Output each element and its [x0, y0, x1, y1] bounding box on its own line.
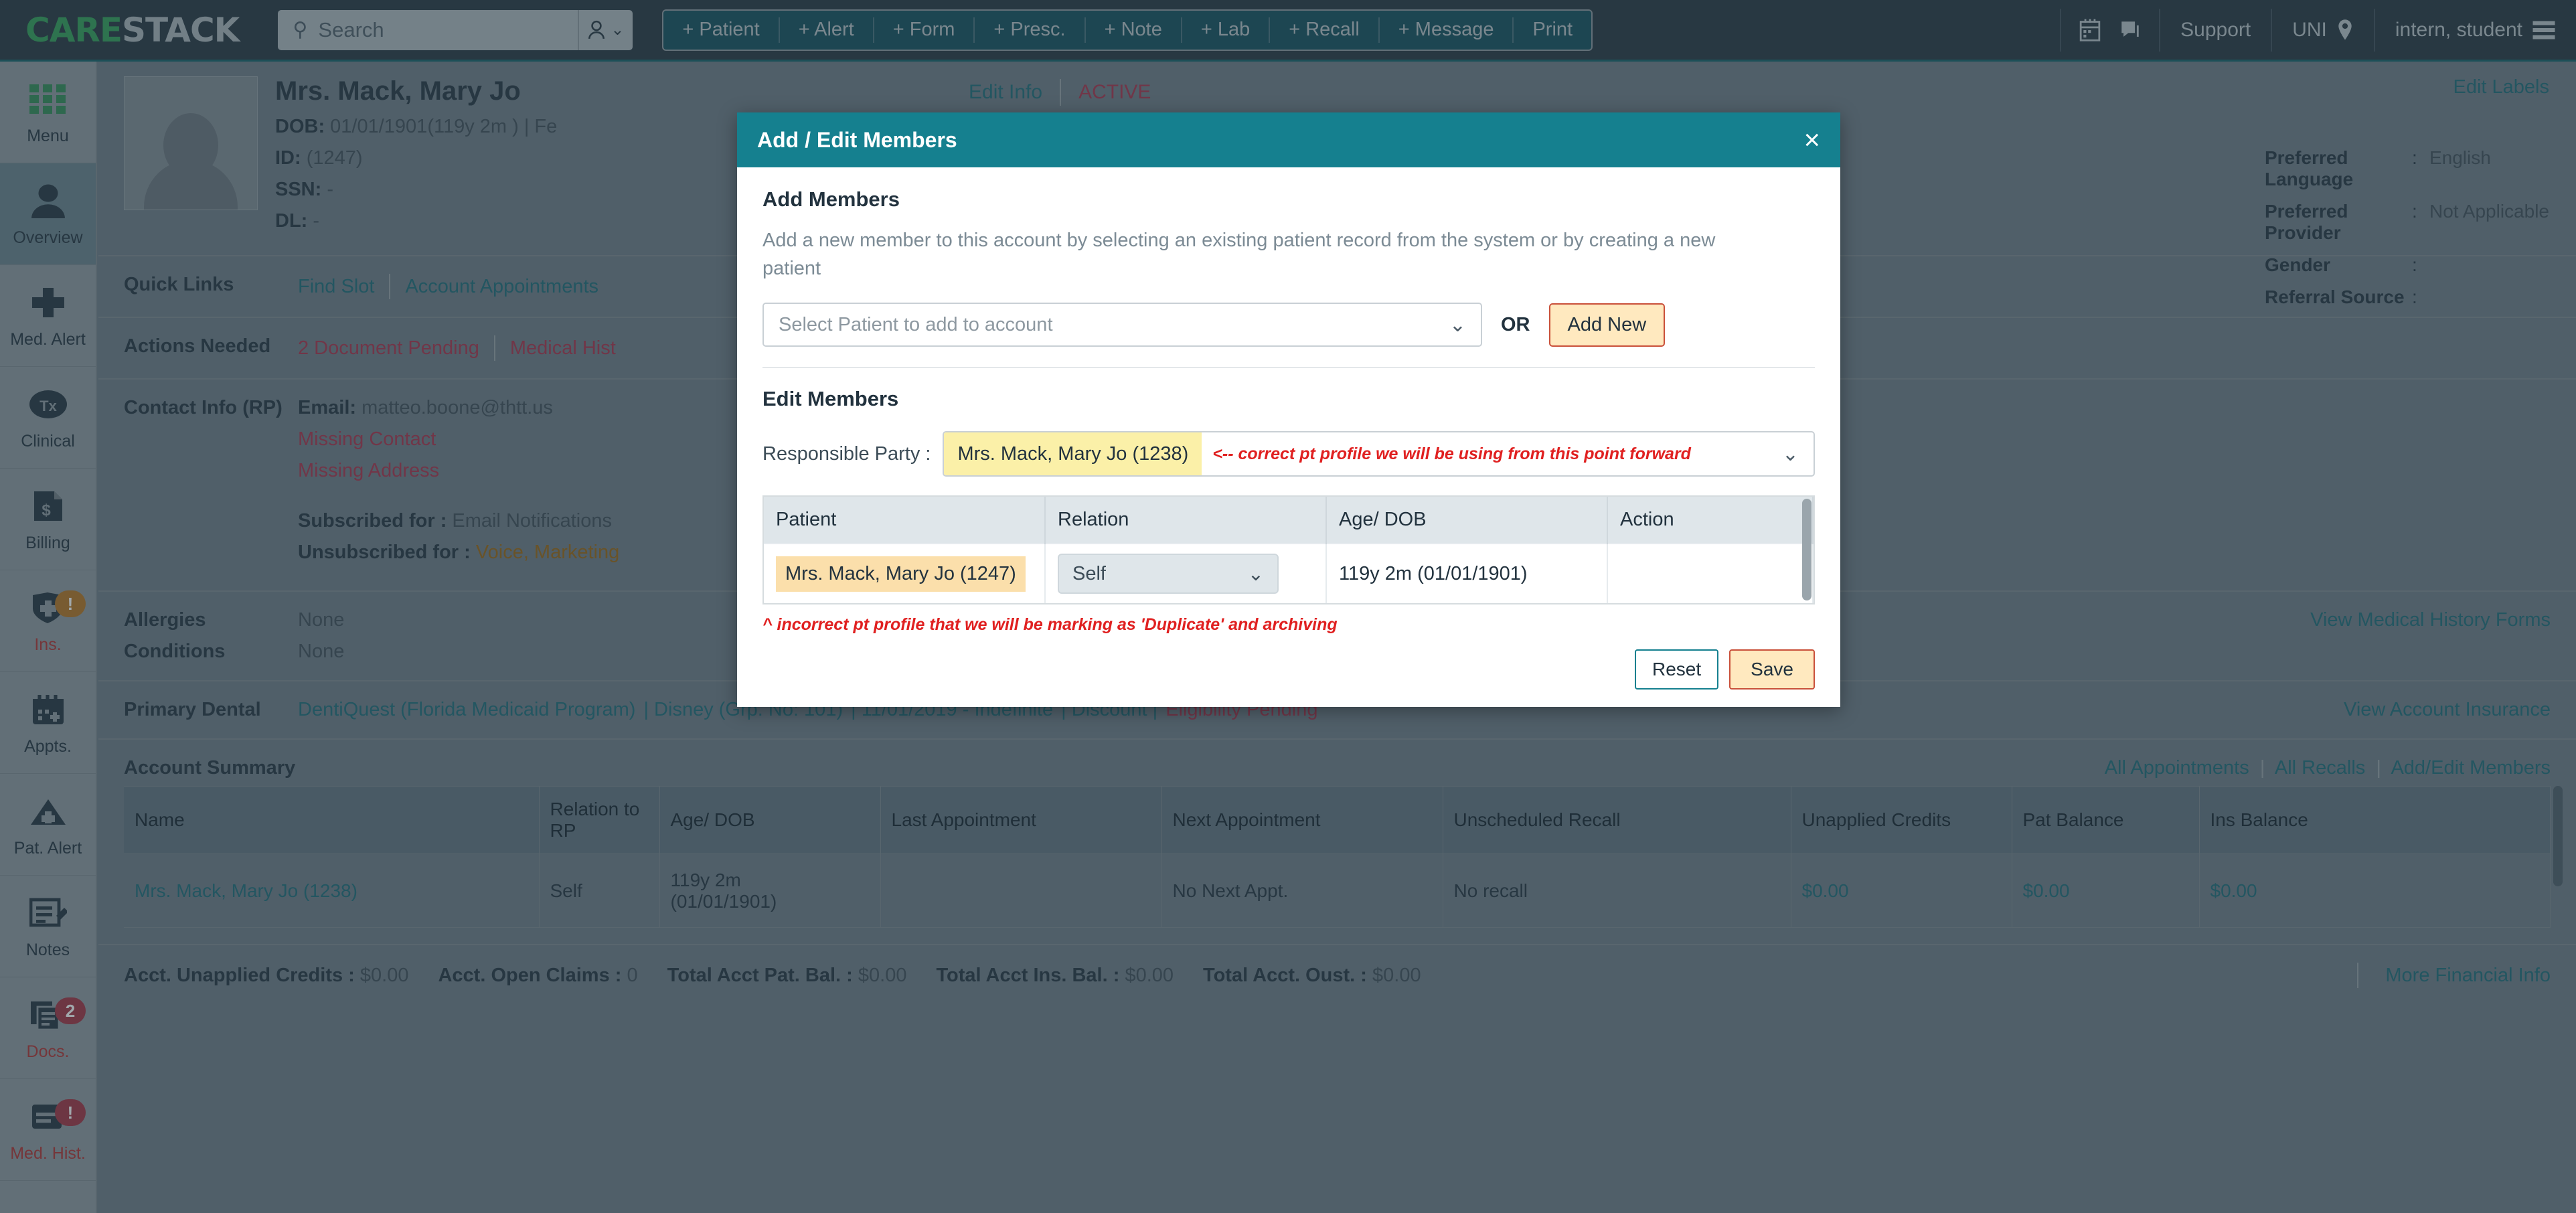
select-patient-dropdown[interactable]: Select Patient to add to account ⌄: [762, 303, 1482, 347]
application-root: CARESTACK ⚲ Search ⌄ + Patient + Alert +…: [0, 0, 2576, 1213]
modal-actions: Reset Save: [762, 649, 1815, 690]
modal-header: Add / Edit Members ×: [737, 112, 1840, 167]
add-member-controls: Select Patient to add to account ⌄ OR Ad…: [762, 303, 1815, 347]
members-table-scrollbar[interactable]: [1802, 499, 1812, 601]
column-age-dob: Age/ DOB: [1326, 497, 1608, 544]
add-edit-members-modal: Add / Edit Members × Add Members Add a n…: [737, 112, 1840, 708]
relation-dropdown[interactable]: Self ⌄: [1058, 554, 1279, 594]
close-icon[interactable]: ×: [1803, 126, 1820, 154]
responsible-party-label: Responsible Party :: [762, 442, 931, 465]
chevron-down-icon: ⌄: [1449, 313, 1466, 336]
members-table-wrap: Patient Relation Age/ DOB Action Mrs. Ma…: [762, 495, 1815, 605]
add-new-button[interactable]: Add New: [1548, 303, 1666, 347]
relation-value: Self: [1072, 562, 1106, 584]
responsible-party-annotation: <-- correct pt profile we will be using …: [1212, 444, 1691, 463]
column-relation: Relation: [1045, 497, 1327, 544]
edit-members-heading: Edit Members: [762, 387, 899, 411]
divider: [762, 367, 1815, 369]
modal-title: Add / Edit Members: [757, 127, 957, 152]
chevron-down-icon: ⌄: [1781, 442, 1799, 465]
column-action: Action: [1607, 497, 1814, 544]
cell-relation: Self ⌄: [1045, 543, 1327, 604]
save-button[interactable]: Save: [1729, 649, 1815, 690]
select-patient-placeholder: Select Patient to add to account: [779, 313, 1053, 335]
cell-patient: Mrs. Mack, Mary Jo (1247): [764, 543, 1046, 604]
add-members-description: Add a new member to this account by sele…: [762, 230, 1716, 280]
table-row: Mrs. Mack, Mary Jo (1247) Self ⌄ 119y 2m…: [764, 543, 1814, 604]
chevron-down-icon: ⌄: [1247, 563, 1264, 585]
add-members-heading: Add Members: [762, 187, 900, 211]
table-header-row: Patient Relation Age/ DOB Action: [764, 497, 1814, 544]
or-label: OR: [1501, 313, 1530, 335]
bottom-annotation: ^ incorrect pt profile that we will be m…: [762, 615, 1338, 635]
column-patient: Patient: [764, 497, 1046, 544]
responsible-party-value: Mrs. Mack, Mary Jo (1238): [944, 432, 1202, 476]
members-table: Patient Relation Age/ DOB Action Mrs. Ma…: [764, 497, 1814, 604]
cell-action: [1607, 543, 1814, 604]
reset-button[interactable]: Reset: [1635, 649, 1719, 690]
patient-name-highlight: Mrs. Mack, Mary Jo (1247): [776, 556, 1026, 592]
cell-age-dob: 119y 2m (01/01/1901): [1326, 543, 1608, 604]
responsible-party-row: Responsible Party : Mrs. Mack, Mary Jo (…: [762, 431, 1815, 477]
responsible-party-dropdown[interactable]: Mrs. Mack, Mary Jo (1238) <-- correct pt…: [943, 431, 1815, 477]
modal-body: Add Members Add a new member to this acc…: [737, 167, 1840, 707]
